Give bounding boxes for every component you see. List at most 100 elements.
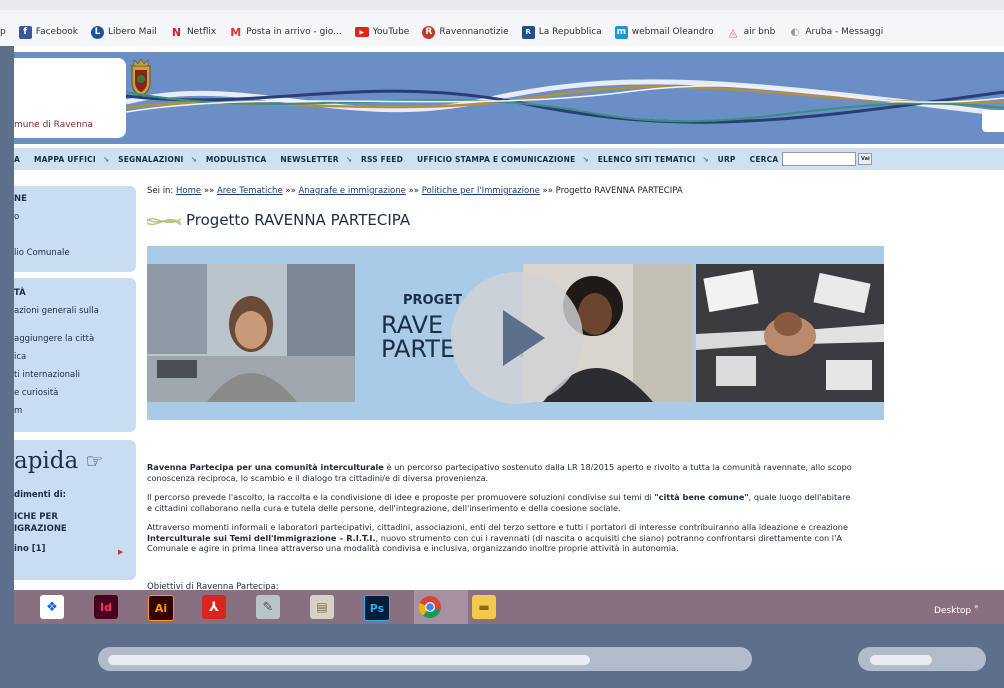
paragraph-1-line2: conoscenza reciproca, lo scambio e il di… <box>147 472 489 483</box>
bookmark-label: YouTube <box>372 27 410 37</box>
libero-icon: L <box>91 25 105 39</box>
sidebar-link[interactable]: e curiosità <box>14 388 58 398</box>
bookmark-webmail[interactable]: m webmail Oleandro <box>614 25 714 39</box>
rapida-line: dimenti di: <box>14 490 67 500</box>
acrobat-icon[interactable]: ⅄ <box>202 595 226 619</box>
youtube-icon: ▶ <box>354 27 369 37</box>
repubblica-icon: R <box>521 25 535 39</box>
indesign-label: Id <box>100 600 112 614</box>
sidebar-heading: NE <box>14 194 27 204</box>
breadcrumb-separator: »» <box>203 186 215 196</box>
webmail-icon: m <box>614 25 628 39</box>
nav-item[interactable]: A <box>14 155 27 164</box>
paragraph-3-bold: Interculturale sui Temi dell'Immigrazion… <box>147 532 376 543</box>
breadcrumb-aree-tematiche[interactable]: Aree Tematiche <box>217 186 283 196</box>
header-waves <box>126 79 1004 124</box>
logo-card[interactable]: mune di Ravenna <box>14 58 151 138</box>
breadcrumb-anagrafe[interactable]: Anagrafe e immigrazione <box>298 186 405 196</box>
photoshop-icon[interactable]: Ps <box>364 595 390 621</box>
page-title: Progetto RAVENNA PARTECIPA <box>186 211 411 229</box>
aruba-icon: ◐ <box>790 26 800 38</box>
photoshop-label: Ps <box>369 601 385 615</box>
indesign-icon[interactable]: Id <box>94 595 118 619</box>
sidebar-link[interactable]: o <box>14 212 19 222</box>
bookmark-ravennanotizie[interactable]: R Ravennanotizie <box>422 25 509 39</box>
title-waves-icon <box>147 217 181 226</box>
breadcrumb-politiche[interactable]: Politiche per l'Immigrazione <box>422 186 540 196</box>
notes-icon[interactable]: ✎ <box>256 595 280 619</box>
bookmark-facebook[interactable]: f Facebook <box>18 25 78 39</box>
sidebar-link[interactable]: ti internazionali <box>14 370 80 380</box>
desktop-toolbar[interactable]: Desktop » <box>934 602 979 616</box>
bookmark-label: Ravennanotizie <box>439 27 509 37</box>
nav-newsletter[interactable]: NEWSLETTER <box>273 155 345 164</box>
paragraph-1: Ravenna Partecipa per una comunità inter… <box>147 462 852 483</box>
play-icon <box>503 310 545 366</box>
bookmark-repubblica[interactable]: R La Repubblica <box>521 25 602 39</box>
bookmark-partial[interactable]: p <box>0 27 6 37</box>
desktop-label: Desktop <box>934 606 972 616</box>
sidebar-link[interactable]: azioni generali sulla <box>14 306 99 316</box>
sidebar-link[interactable]: m <box>14 406 22 416</box>
bookmark-airbnb[interactable]: ◬ air bnb <box>727 26 776 39</box>
folder-icon[interactable]: ▬ <box>472 595 496 619</box>
dropbox-icon[interactable]: ❖ <box>40 595 64 619</box>
paragraph-3-line3: Comunale e agire in prima linea attraver… <box>147 543 679 553</box>
play-button[interactable] <box>451 272 583 404</box>
bookmark-youtube[interactable]: ▶ YouTube <box>354 27 410 37</box>
search-input[interactable] <box>782 152 857 166</box>
documents-icon[interactable]: ▤ <box>310 595 334 619</box>
illustrator-icon[interactable]: Ai <box>148 595 174 621</box>
netflix-icon: N <box>171 25 182 39</box>
nav-segnalazioni[interactable]: SEGNALAZIONI <box>111 155 190 164</box>
nav-elenco-siti[interactable]: ELENCO SITI TEMATICI <box>591 155 703 164</box>
volume-fill <box>870 655 932 665</box>
taskbar: ❖ Id Ai ⅄ ✎ ▤ Ps ▬ Desktop » <box>14 590 1004 624</box>
bookmark-aruba[interactable]: ◐ Aruba - Messaggi <box>788 26 883 39</box>
header-tab[interactable] <box>982 110 1004 132</box>
sidebar-link[interactable]: ica <box>14 352 26 362</box>
bookmark-gmail[interactable]: M Posta in arrivo - gio... <box>229 26 341 39</box>
chrome-icon[interactable] <box>418 595 442 619</box>
bookmark-label: Netflix <box>186 27 217 37</box>
search-button[interactable]: Vai <box>858 153 873 165</box>
rapida-line[interactable]: IGRAZIONE <box>14 524 67 534</box>
nav-rss-feed[interactable]: RSS FEED <box>354 155 410 164</box>
nav-separator-icon: ↘ <box>582 154 589 164</box>
bookmark-label: Aruba - Messaggi <box>805 27 884 37</box>
sidebar-heading: TÀ <box>14 288 26 298</box>
bookmark-libero[interactable]: L Libero Mail <box>91 25 157 39</box>
rapida-line[interactable]: ICHE PER <box>14 512 58 522</box>
nav-mappa-uffici[interactable]: MAPPA UFFICI <box>27 155 103 164</box>
chrome-logo-icon <box>418 596 441 618</box>
bookmark-netflix[interactable]: N Netflix <box>170 26 216 39</box>
nav-ufficio-stampa[interactable]: UFFICIO STAMPA E COMUNICAZIONE <box>410 155 582 164</box>
paragraph-3-line1: Attraverso momenti informali e laborator… <box>147 522 849 532</box>
bookmark-label: Libero Mail <box>108 27 157 37</box>
site-header: mune di Ravenna <box>14 52 1004 144</box>
nav-modulistica[interactable]: MODULISTICA <box>199 155 274 164</box>
sidebar-box-citta: TÀ azioni generali sulla aggiungere la c… <box>14 278 136 432</box>
ravennanotizie-icon: R <box>422 25 436 39</box>
nav-cerca-label: CERCA <box>749 154 779 164</box>
rapida-line[interactable]: ino [1] <box>14 544 45 554</box>
sidebar-box-rapida: apida ☞ dimenti di: ICHE PER IGRAZIONE i… <box>14 440 136 580</box>
address-bar-sliver <box>0 0 1004 10</box>
paragraph-1-bold: Ravenna Partecipa per una comunità inter… <box>147 462 384 472</box>
breadcrumb-prefix: Sei in: <box>147 186 174 196</box>
nav-separator-icon: ↘ <box>345 154 352 164</box>
bookmarks-bar: p f Facebook L Libero Mail N Netflix M Posta… <box>0 0 1004 46</box>
breadcrumb-separator: »» <box>285 186 296 196</box>
progress-fill <box>108 655 590 665</box>
nav-urp[interactable]: URP <box>711 155 743 164</box>
sidebar-link[interactable]: lio Comunale <box>14 248 70 258</box>
breadcrumb-home[interactable]: Home <box>176 186 201 196</box>
photo-woman-street <box>147 264 355 402</box>
gmail-icon: M <box>230 25 242 39</box>
bookmark-label: air bnb <box>743 27 776 37</box>
paragraph-2-line1: Il percorso prevede l'ascolto, la raccol… <box>147 492 850 503</box>
sidebar-link[interactable]: aggiungere la città <box>14 334 94 344</box>
logo-text: mune di Ravenna <box>14 120 94 130</box>
bookmark-label: La Repubblica <box>538 27 602 37</box>
window-edge <box>0 46 14 624</box>
